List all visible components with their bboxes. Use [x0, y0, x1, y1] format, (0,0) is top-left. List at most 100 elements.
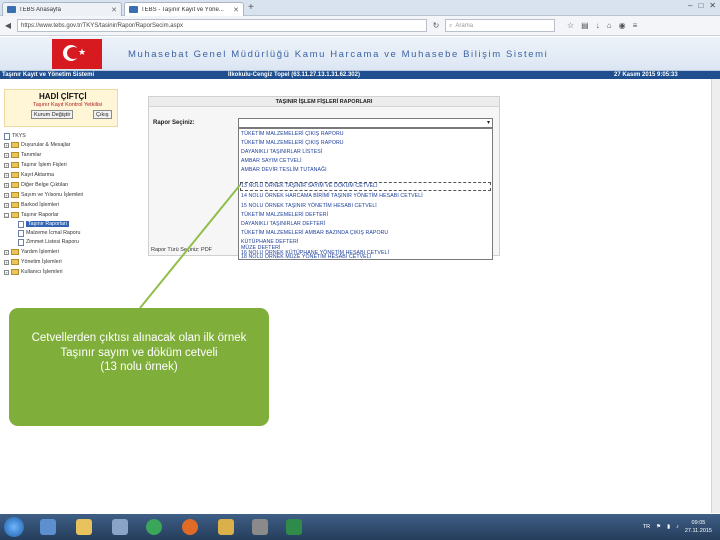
report-option[interactable]: TÜKETİM MALZEMELERİ AMBAR BAZINDA ÇIKIŞ … [241, 230, 388, 237]
collapse-icon[interactable]: – [4, 212, 9, 218]
tree-item[interactable]: + Kullanıcı İşlemleri [4, 268, 63, 276]
address-bar[interactable]: https://www.tebs.gov.tr/TKYS/tasinir/Rap… [17, 19, 427, 32]
folder-open-icon [11, 212, 19, 218]
turkish-flag-icon: ★ [52, 39, 102, 69]
report-option-highlighted[interactable]: 13 NOLU ÖRNEK TAŞINIR SAYIM VE DÖKÜM CET… [240, 182, 491, 191]
windows-taskbar: TR ⚑ ▮ ♪ 09:05 27.11.2015 [0, 514, 720, 540]
tab-tebs-home[interactable]: TEBS Anasayfa ✕ [2, 2, 122, 16]
report-option[interactable]: AMBAR SAYIM CETVELİ [241, 158, 302, 165]
maximize-icon[interactable]: □ [698, 1, 703, 10]
tree-item[interactable]: + Yardım İşlemleri [4, 248, 59, 256]
excel-icon[interactable] [286, 519, 302, 535]
clock[interactable]: 09:05 27.11.2015 [685, 519, 712, 535]
callout-line-2: Taşınır sayım ve döküm cetveli [60, 346, 218, 359]
network-icon[interactable]: ▮ [667, 524, 670, 530]
document-icon [18, 229, 24, 237]
windows-start-icon[interactable] [4, 517, 24, 537]
logout-button[interactable]: Çıkış [93, 110, 112, 119]
expand-icon[interactable]: + [4, 162, 9, 168]
tab-label: TEBS - Taşınır Kayıt ve Yöne... [141, 6, 224, 13]
tree-item[interactable]: + Diğer Belge Çıktıları [4, 181, 68, 189]
language-indicator[interactable]: TR [643, 524, 650, 530]
bookmarks-list-icon[interactable]: ▤ [581, 21, 589, 30]
file-explorer-icon[interactable] [76, 519, 92, 535]
expand-icon[interactable]: + [4, 142, 9, 148]
download-icon[interactable]: ↓ [596, 21, 600, 30]
close-tab-icon[interactable]: ✕ [233, 6, 239, 14]
expand-icon[interactable]: + [4, 182, 9, 188]
flag-icon[interactable]: ⚑ [656, 524, 661, 530]
report-option[interactable]: TÜKETİM MALZEMELERİ ÇIKIŞ RAPORU [241, 140, 344, 147]
reload-icon[interactable]: ↻ [431, 21, 441, 30]
tree-item[interactable]: + Yönetim İşlemleri [4, 258, 62, 266]
folder-icon [11, 269, 19, 275]
menu-icon[interactable]: ≡ [633, 21, 638, 30]
chevron-down-icon[interactable]: ▾ [487, 119, 490, 126]
tree-item[interactable]: Malzeme İcmal Raporu [18, 229, 80, 237]
report-option[interactable]: TÜKETİM MALZEMELERİ DEFTERİ [241, 212, 328, 219]
banner-title: Muhasebat Genel Müdürlüğü Kamu Harcama v… [128, 49, 549, 60]
expand-icon[interactable]: + [4, 192, 9, 198]
home-icon[interactable]: ⌂ [607, 21, 612, 30]
site-banner: ★ Muhasebat Genel Müdürlüğü Kamu Harcama… [0, 37, 720, 71]
clock-date: 27.11.2015 [684, 528, 712, 534]
expand-icon[interactable]: + [4, 152, 9, 158]
chrome-icon[interactable] [146, 519, 162, 535]
report-option[interactable]: TÜKETİM MALZEMELERİ ÇIKIŞ RAPORU [241, 131, 344, 138]
folder-icon[interactable] [218, 519, 234, 535]
tree-item[interactable]: + Barkod İşlemleri [4, 201, 59, 209]
expand-icon[interactable]: + [4, 269, 9, 275]
new-tab-icon[interactable]: + [248, 2, 254, 13]
tree-root[interactable]: TKYS [4, 132, 26, 140]
ie-icon[interactable] [40, 519, 56, 535]
tree-item[interactable]: – Taşınır Raporlar [4, 211, 59, 219]
change-institution-button[interactable]: Kurum Değiştir [31, 110, 74, 119]
user-role: Taşınır Kayıt Kontrol Yetkilisi [33, 102, 103, 108]
current-datetime: 27 Kasım 2015 9:05:33 [614, 72, 678, 78]
tree-item[interactable]: + Taşınır İşlem Fişleri [4, 161, 67, 169]
close-window-icon[interactable]: ✕ [709, 1, 716, 10]
root-icon [4, 132, 10, 140]
report-select-label: Rapor Seçiniz: [153, 120, 195, 126]
user-name: HADİ ÇİFTÇİ [39, 92, 87, 101]
report-option[interactable]: 15 NOLU ÖRNEK TAŞINIR YÖNETİM HESABI CET… [241, 203, 377, 210]
report-option[interactable]: 14 NOLU ÖRNEK HARCAMA BİRİMİ TAŞINIR YÖN… [241, 193, 423, 200]
tools-icon[interactable] [252, 519, 268, 535]
tree-item-selected[interactable]: Taşınır Raporları [18, 220, 70, 228]
volume-icon[interactable]: ♪ [676, 524, 679, 530]
minimize-icon[interactable]: – [688, 1, 692, 10]
folder-icon [11, 192, 19, 198]
tree-item[interactable]: Zimmet Listesi Raporu [18, 238, 79, 246]
back-icon[interactable]: ◀ [3, 21, 13, 30]
search-input[interactable]: ⌕ Arama [445, 19, 555, 32]
close-tab-icon[interactable]: ✕ [111, 6, 117, 14]
callout-line-3: (13 nolu örnek) [100, 361, 178, 373]
tree-item[interactable]: + Tanımlar [4, 151, 41, 159]
folder-icon [11, 182, 19, 188]
firefox-icon[interactable] [182, 519, 198, 535]
system-name: Taşınır Kayıt ve Yönetim Sistemi [2, 72, 95, 78]
folder-icon [11, 152, 19, 158]
tab-tebs-reports[interactable]: TEBS - Taşınır Kayıt ve Yöne... ✕ [124, 2, 244, 16]
expand-icon[interactable]: + [4, 249, 9, 255]
folder-icon [11, 142, 19, 148]
page-scrollbar[interactable] [711, 79, 720, 513]
calculator-icon[interactable] [112, 519, 128, 535]
report-option[interactable]: DAYANIKLI TAŞINIRLAR DEFTERİ [241, 221, 325, 228]
bookmark-star-icon[interactable]: ☆ [567, 21, 574, 30]
folder-icon [11, 172, 19, 178]
expand-icon[interactable]: + [4, 202, 9, 208]
pocket-icon[interactable]: ◉ [619, 21, 626, 30]
tree-item[interactable]: + Duyurular & Mesajlar [4, 141, 70, 149]
search-placeholder: Arama [455, 23, 474, 29]
tree-item[interactable]: + Kayıt Aktarma [4, 171, 54, 179]
report-option[interactable]: DAYANIKLI TAŞINIRLAR LİSTESİ [241, 149, 322, 156]
report-select[interactable]: ▾ [238, 118, 493, 128]
expand-icon[interactable]: + [4, 259, 9, 265]
folder-icon [11, 162, 19, 168]
tree-item[interactable]: + Sayım ve Yılsonu İşlemleri [4, 191, 83, 199]
report-option[interactable]: 18 NOLU ÖRNEK MÜZE YÖNETİM HESABI CETVEL… [241, 254, 371, 261]
expand-icon[interactable]: + [4, 172, 9, 178]
browser-tab-strip: TEBS Anasayfa ✕ TEBS - Taşınır Kayıt ve … [0, 0, 720, 16]
report-option[interactable]: AMBAR DEVİR TESLİM TUTANAĞI [241, 167, 327, 174]
